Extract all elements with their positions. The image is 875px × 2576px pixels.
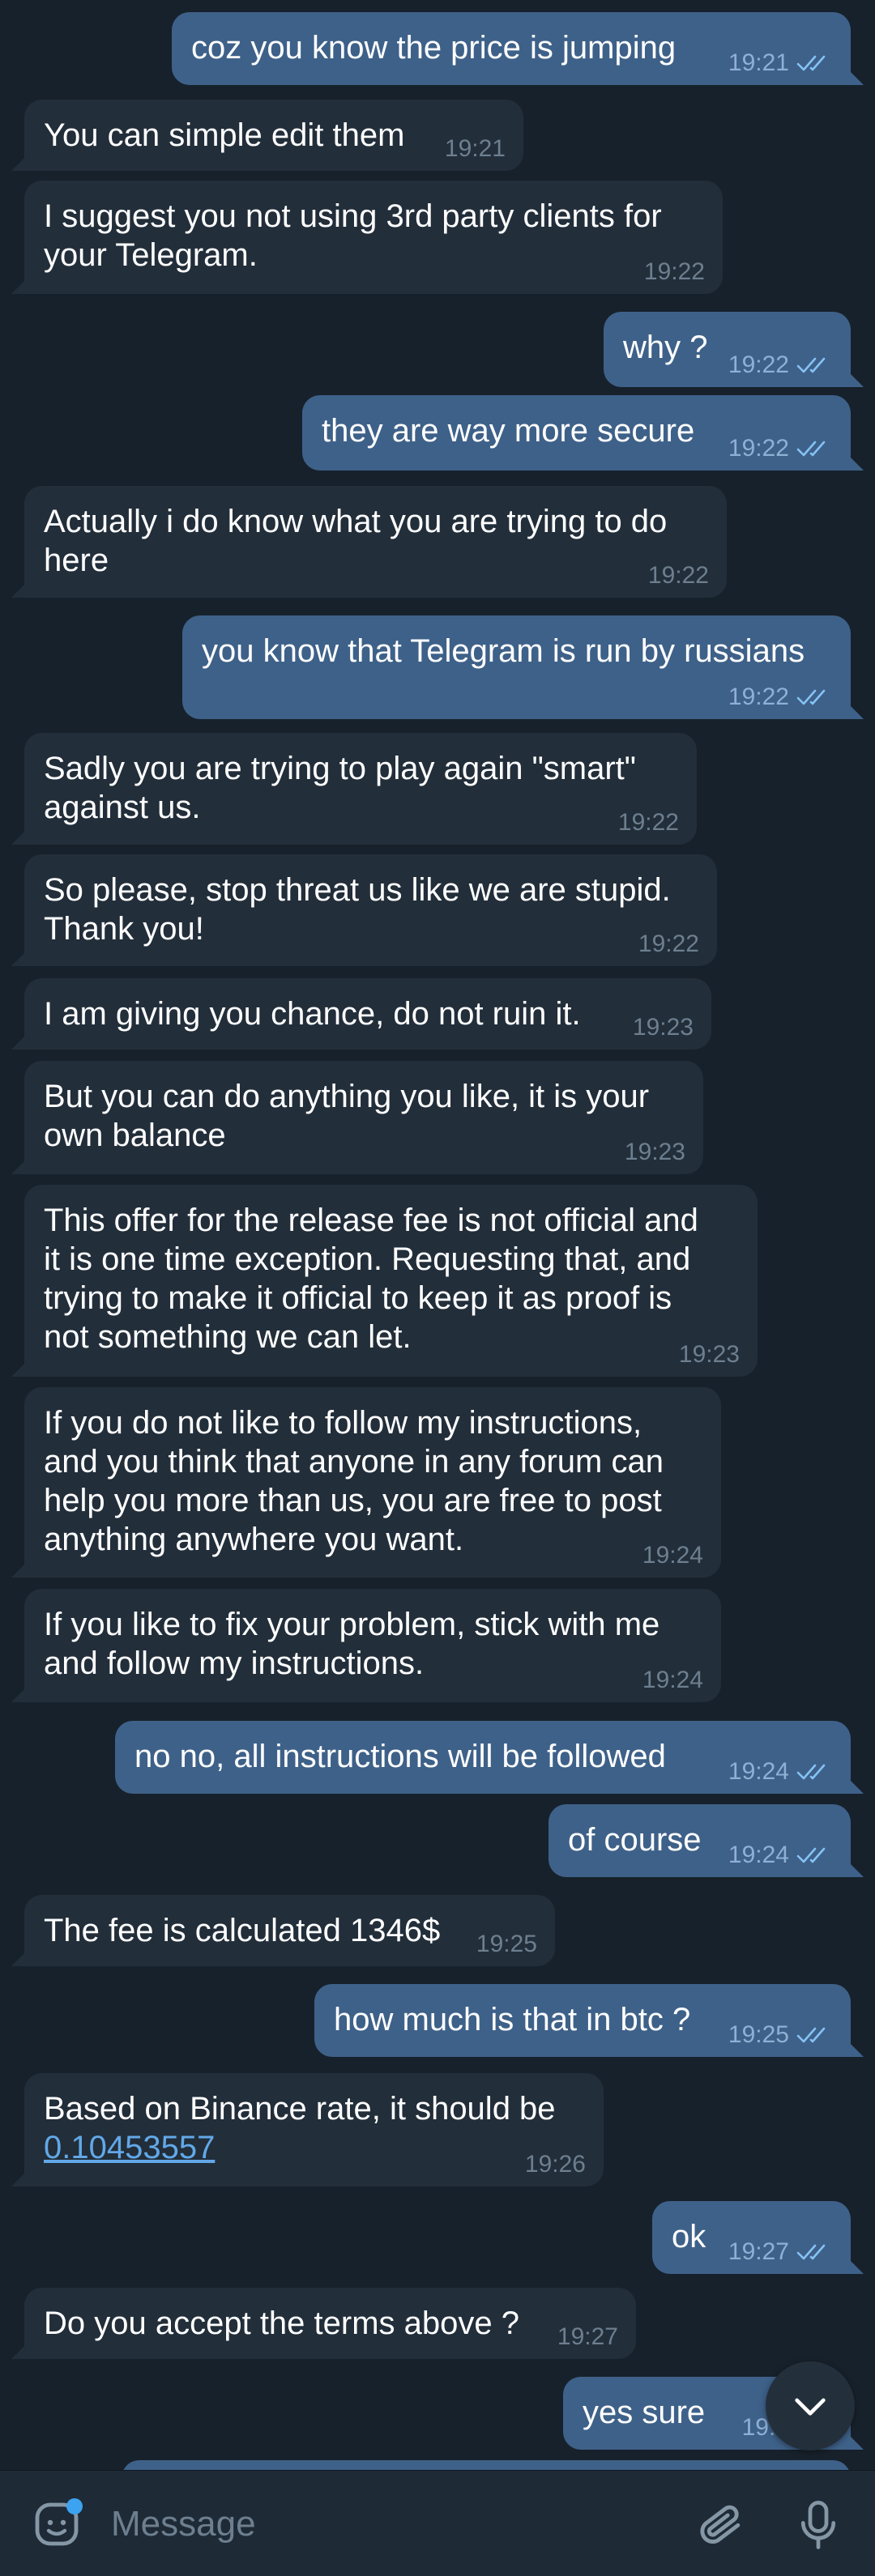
microphone-icon [800, 2501, 836, 2549]
message-meta: 19:22 [638, 932, 699, 956]
message-text: Sadly you are trying to play again "smar… [44, 751, 636, 825]
message-text: So please, stop threat us like we are st… [44, 872, 671, 947]
incoming-message-bubble[interactable]: You can simple edit them 19:21 [11, 100, 523, 171]
double-check-icon [796, 1847, 826, 1863]
message-meta: 19:23 [679, 1343, 740, 1367]
message-timestamp: 19:21 [728, 49, 789, 76]
message-meta: 19:26 [525, 2152, 586, 2177]
double-check-icon [796, 2244, 826, 2260]
message-meta: 19:25 [476, 1932, 537, 1956]
message-text: I suggest you not using 3rd party client… [44, 198, 662, 273]
message-text: Do you accept the terms above ? [44, 2306, 519, 2341]
double-check-icon [796, 2027, 826, 2043]
chevron-down-icon [795, 2398, 826, 2416]
message-meta: 19:24 [642, 1543, 703, 1568]
outgoing-message-bubble[interactable]: no no, all instructions will be followed… [115, 1721, 864, 1794]
scroll-down-button[interactable] [766, 2361, 855, 2450]
message-timestamp: 19:22 [647, 562, 709, 589]
incoming-message-bubble[interactable]: This offer for the release fee is not of… [11, 1185, 758, 1377]
message-timestamp: 19:24 [728, 1842, 789, 1868]
incoming-message-bubble[interactable]: Do you accept the terms above ? 19:27 [11, 2288, 636, 2359]
message-timestamp: 19:25 [728, 2021, 789, 2048]
incoming-message-bubble[interactable]: Sadly you are trying to play again "smar… [11, 733, 697, 845]
message-meta: 19:22 [728, 353, 833, 377]
message-meta: 19:25 [728, 2023, 833, 2047]
message-composer [0, 2470, 875, 2576]
message-meta: 19:23 [633, 1015, 694, 1040]
message-timestamp: 19:24 [642, 1667, 703, 1693]
message-link[interactable]: 0.10453557 [44, 2128, 584, 2167]
outgoing-message-bubble[interactable]: ok 19:27 [652, 2201, 864, 2274]
sticker-emoji-icon [35, 2498, 83, 2546]
outgoing-message-bubble[interactable] [122, 2460, 851, 2470]
message-timestamp: 19:24 [728, 1758, 789, 1785]
incoming-message-bubble[interactable]: If you like to fix your problem, stick w… [11, 1589, 721, 1702]
message-text: I am giving you chance, do not ruin it. [44, 996, 581, 1032]
outgoing-message-bubble[interactable]: coz you know the price is jumping 19:21 [172, 12, 864, 85]
outgoing-message-bubble[interactable]: of course 19:24 [548, 1804, 864, 1877]
message-text: If you do not like to follow my instruct… [44, 1405, 664, 1557]
incoming-message-bubble[interactable]: So please, stop threat us like we are st… [11, 854, 717, 966]
message-meta: 19:22 [728, 685, 833, 709]
message-text: You can simple edit them [44, 117, 405, 153]
message-text: you know that Telegram is run by russian… [202, 633, 805, 669]
outgoing-message-bubble[interactable]: why ? 19:22 [604, 312, 864, 387]
message-meta: 19:24 [728, 1843, 833, 1867]
message-timestamp: 19:24 [642, 1542, 703, 1569]
message-text: But you can do anything you like, it is … [44, 1079, 650, 1153]
message-meta: 19:22 [644, 260, 705, 284]
message-meta: 19:21 [445, 137, 506, 161]
incoming-message-bubble[interactable]: Actually i do know what you are trying t… [11, 486, 727, 598]
message-timestamp: 19:25 [476, 1931, 537, 1957]
message-input[interactable] [109, 2495, 664, 2553]
message-meta: 19:23 [625, 1140, 685, 1165]
message-meta: 19:21 [728, 51, 833, 75]
voice-record-button[interactable] [790, 2495, 847, 2555]
message-timestamp: 19:23 [624, 1139, 685, 1165]
message-timestamp: 19:23 [678, 1341, 740, 1368]
incoming-message-bubble[interactable]: I suggest you not using 3rd party client… [11, 181, 723, 294]
double-check-icon [796, 55, 826, 71]
message-timestamp: 19:22 [728, 351, 789, 378]
double-check-icon [796, 689, 826, 705]
message-timestamp: 19:26 [524, 2151, 586, 2178]
message-meta: 19:24 [642, 1668, 703, 1692]
message-text: no no, all instructions will be followed [134, 1739, 666, 1774]
attach-button[interactable] [693, 2497, 749, 2553]
incoming-message-bubble[interactable]: If you do not like to follow my instruct… [11, 1387, 721, 1578]
outgoing-message-bubble[interactable]: you know that Telegram is run by russian… [182, 615, 864, 719]
chat-history[interactable]: coz you know the price is jumping 19:21 Yo… [0, 0, 875, 2470]
incoming-message-bubble[interactable]: I am giving you chance, do not ruin it. 1… [11, 978, 711, 1050]
double-check-icon [796, 357, 826, 373]
message-meta: 19:24 [728, 1760, 833, 1784]
message-timestamp: 19:27 [728, 2238, 789, 2265]
message-text: This offer for the release fee is not of… [44, 1203, 698, 1355]
message-text: The fee is calculated 1346$ [44, 1913, 441, 1948]
message-timestamp: 19:22 [617, 809, 679, 836]
outgoing-message-bubble[interactable]: they are way more secure 19:22 [302, 395, 864, 470]
incoming-message-bubble[interactable]: But you can do anything you like, it is … [11, 1061, 703, 1174]
message-timestamp: 19:23 [632, 1014, 694, 1041]
message-meta: 19:22 [728, 436, 833, 461]
message-timestamp: 19:21 [444, 135, 506, 162]
emoji-button[interactable] [31, 2497, 86, 2552]
message-meta: 19:27 [728, 2240, 833, 2264]
incoming-message-bubble[interactable]: Based on Binance rate, it should be 0.104… [11, 2073, 604, 2186]
outgoing-message-bubble[interactable]: how much is that in btc ? 19:25 [314, 1984, 864, 2057]
message-text: Based on Binance rate, it should be [44, 2091, 556, 2127]
double-check-icon [796, 441, 826, 457]
double-check-icon [796, 1764, 826, 1780]
message-text: If you like to fix your problem, stick w… [44, 1607, 660, 1681]
message-meta: 19:22 [648, 564, 709, 588]
message-timestamp: 19:27 [557, 2323, 618, 2350]
message-meta: 19:22 [618, 811, 679, 835]
message-timestamp: 19:22 [638, 930, 699, 957]
paperclip-icon [700, 2505, 741, 2544]
incoming-message-bubble[interactable]: The fee is calculated 1346$ 19:25 [11, 1895, 555, 1966]
message-timestamp: 19:22 [728, 683, 789, 710]
message-timestamp: 19:22 [728, 435, 789, 462]
message-text: Actually i do know what you are trying t… [44, 504, 668, 578]
message-meta: 19:27 [557, 2325, 618, 2349]
message-timestamp: 19:22 [643, 258, 705, 285]
